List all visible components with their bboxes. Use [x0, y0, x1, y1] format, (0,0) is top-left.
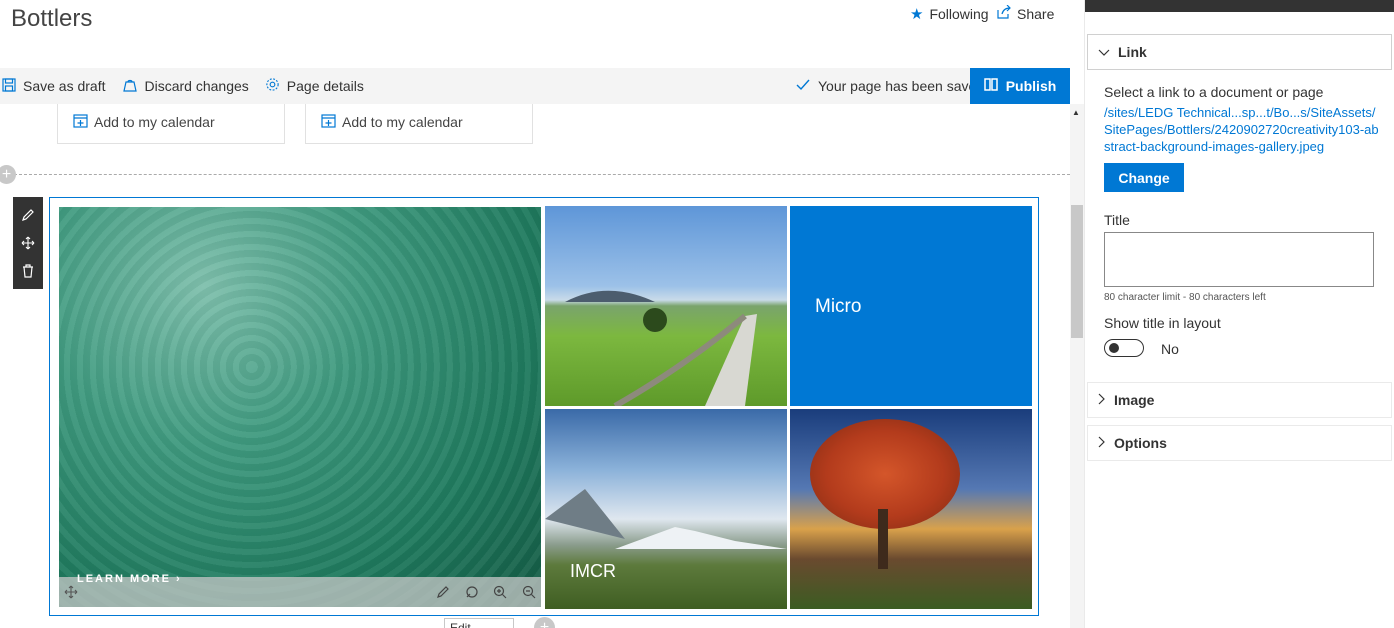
- publish-label: Publish: [1005, 78, 1057, 94]
- book-icon: [983, 78, 998, 94]
- add-to-calendar-link[interactable]: Add to my calendar: [342, 114, 463, 130]
- canvas-scrollbar[interactable]: [1070, 104, 1084, 628]
- zoom-in-icon[interactable]: [493, 585, 507, 604]
- show-title-toggle[interactable]: [1104, 339, 1144, 357]
- site-title[interactable]: Bottlers: [11, 5, 92, 33]
- road-scene: [565, 290, 757, 406]
- options-section-title: Options: [1114, 435, 1167, 451]
- following-label: Following: [929, 6, 989, 22]
- delete-icon[interactable]: [13, 257, 43, 285]
- chevron-right-icon: ›: [176, 573, 182, 585]
- focal-point-icon[interactable]: [465, 585, 479, 604]
- change-link-button[interactable]: Change: [1104, 163, 1184, 192]
- char-limit-hint: 80 character limit - 80 characters left: [1104, 292, 1266, 303]
- add-to-calendar-link[interactable]: Add to my calendar: [94, 114, 215, 130]
- gallery-tile-mountains[interactable]: IMCR: [545, 409, 787, 609]
- scrollbar-thumb[interactable]: [1071, 205, 1083, 338]
- discard-icon: [122, 78, 138, 95]
- save-draft-label: Save as draft: [23, 78, 106, 94]
- add-section-button[interactable]: +: [0, 165, 16, 184]
- discard-label: Discard changes: [144, 78, 249, 94]
- page-details-button[interactable]: Page details: [257, 68, 372, 104]
- share-button[interactable]: Share: [997, 4, 1055, 22]
- title-field[interactable]: [1104, 232, 1374, 287]
- webpart-toolbar: [13, 197, 43, 289]
- toggle-knob: [1109, 343, 1119, 353]
- following-button[interactable]: ★ Following: [910, 5, 989, 23]
- add-webpart-button[interactable]: +: [534, 617, 555, 628]
- pane-top-bar: [1085, 0, 1394, 12]
- move-icon[interactable]: [64, 585, 78, 604]
- calendar-add-icon: [321, 113, 336, 131]
- image-section-header[interactable]: Image: [1087, 382, 1392, 418]
- chevron-down-icon: [1098, 44, 1110, 60]
- zoom-out-icon[interactable]: [522, 585, 536, 604]
- show-title-label: Show title in layout: [1104, 315, 1221, 331]
- checkmark-icon: [796, 78, 810, 94]
- learn-more-link[interactable]: LEARN MORE ›: [77, 573, 182, 585]
- site-header: Bottlers ★ Following Share: [0, 0, 1084, 68]
- discard-changes-button[interactable]: Discard changes: [114, 68, 257, 104]
- link-description: Select a link to a document or page: [1104, 84, 1324, 100]
- section-divider: [14, 174, 1070, 175]
- title-label: Title: [1104, 212, 1130, 228]
- gear-icon: [265, 77, 280, 95]
- gallery-tile-large[interactable]: LEARN MORE ›: [58, 206, 542, 608]
- command-bar: Save as draft Discard changes Page detai…: [0, 68, 1070, 104]
- saved-status-text: Your page has been saved: [818, 78, 985, 94]
- tile-micro-title: Micro: [815, 296, 862, 317]
- options-section-header[interactable]: Options: [1087, 425, 1392, 461]
- save-icon: [2, 77, 16, 95]
- saved-status: Your page has been saved: [796, 68, 984, 104]
- move-icon[interactable]: [13, 229, 43, 257]
- scroll-up-arrow-icon[interactable]: ▲: [1072, 108, 1080, 117]
- chevron-right-icon: [1098, 435, 1106, 451]
- publish-button[interactable]: Publish: [970, 68, 1070, 104]
- pencil-icon[interactable]: [13, 201, 43, 229]
- pencil-icon[interactable]: [436, 585, 450, 604]
- gallery-tile-tree[interactable]: [790, 409, 1032, 609]
- link-url[interactable]: /sites/LEDG Technical...sp...t/Bo...s/Si…: [1104, 104, 1384, 155]
- link-section-title: Link: [1118, 44, 1147, 60]
- chevron-right-icon: [1098, 392, 1106, 408]
- learn-more-label: LEARN MORE: [77, 573, 171, 585]
- share-icon: [997, 4, 1011, 22]
- gallery-tile-micro[interactable]: Micro: [790, 206, 1032, 406]
- gallery-tile-landscape-road[interactable]: [545, 206, 787, 406]
- page-canvas: Add to my calendar Add to my calendar + …: [0, 104, 1070, 628]
- event-card[interactable]: Add to my calendar: [57, 104, 285, 144]
- image-section-title: Image: [1114, 392, 1155, 408]
- property-pane: Link Select a link to a document or page…: [1084, 0, 1394, 628]
- page-details-label: Page details: [286, 78, 364, 94]
- link-section-header[interactable]: Link: [1087, 34, 1392, 70]
- toggle-state-text: No: [1161, 341, 1179, 357]
- event-card[interactable]: Add to my calendar: [305, 104, 533, 144]
- image-gallery-webpart[interactable]: LEARN MORE › Micro IMCR: [49, 197, 1039, 616]
- share-label: Share: [1017, 5, 1055, 22]
- edit-details-tab[interactable]: Edit details: [444, 618, 514, 628]
- save-draft-button[interactable]: Save as draft: [0, 68, 114, 104]
- tile-imcr-title: IMCR: [570, 561, 616, 581]
- tree-trunk: [878, 509, 888, 569]
- texture-overlay: [59, 207, 541, 607]
- calendar-add-icon: [73, 113, 88, 131]
- star-icon: ★: [910, 6, 924, 23]
